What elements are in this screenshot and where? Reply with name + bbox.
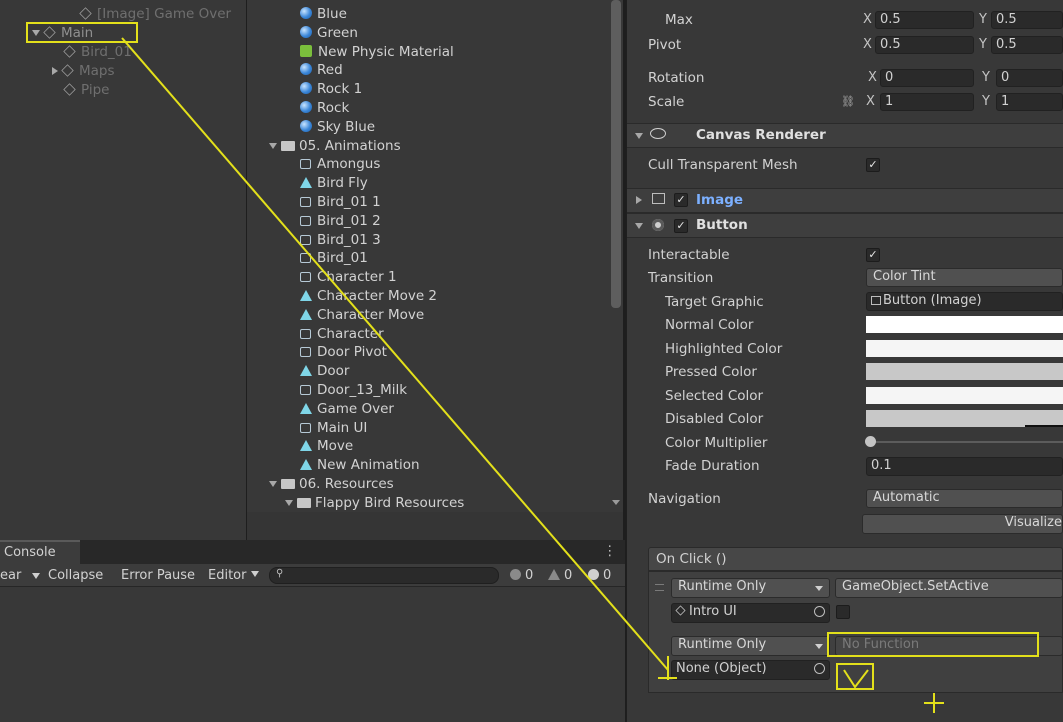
annotation-arrow	[121, 37, 944, 713]
